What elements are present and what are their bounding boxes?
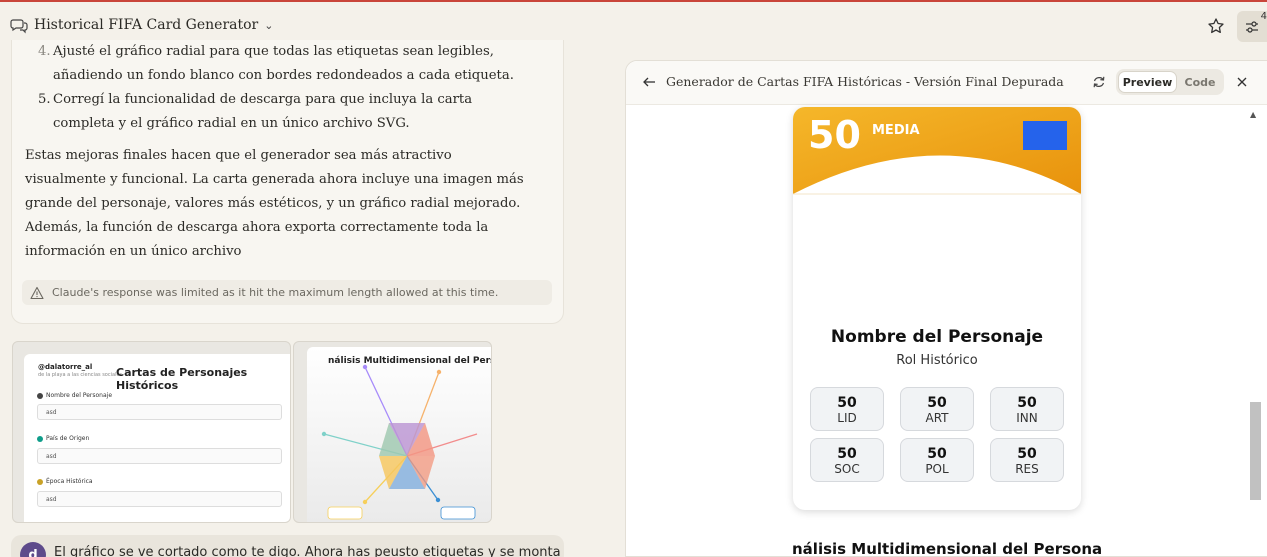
limit-notice-text: Claude's response was limited as it hit … [52, 286, 499, 299]
thumbnail-subtitle: de la playa a las ciencias sociales [38, 372, 123, 378]
form-input: asd [37, 404, 282, 420]
star-icon [1208, 18, 1224, 34]
form-input: asd [37, 491, 282, 507]
stat-value: 50 [1017, 446, 1037, 462]
limit-notice: Claude's response was limited as it hit … [22, 280, 552, 305]
stat-label: ART [925, 411, 949, 425]
attachment-thumbnail-radial[interactable]: nálisis Multidimensional del Persona [293, 341, 492, 523]
scroll-up-arrow-icon[interactable]: ▲ [1250, 110, 1256, 119]
refresh-icon [1093, 76, 1105, 88]
character-role: Rol Histórico [896, 353, 978, 368]
stat-box: 50 ART [900, 387, 974, 431]
assistant-message-text: 4. Ajusté el gráfico radial para que tod… [25, 40, 535, 264]
warning-icon [30, 286, 44, 299]
form-label: País de Origen [46, 435, 90, 442]
tab-code[interactable]: Code [1178, 71, 1222, 93]
scrollbar-thumb[interactable] [1250, 402, 1261, 500]
chat-title-dropdown[interactable]: Historical FIFA Card Generator ⌄ [10, 16, 273, 34]
sliders-icon [1246, 20, 1258, 33]
form-label: Época Histórica [46, 478, 93, 485]
stat-label: INN [1016, 411, 1038, 425]
thumbnail-heading: Cartas de Personajes Históricos [116, 366, 248, 392]
form-label: Nombre del Personaje [46, 392, 113, 399]
stat-box: 50 POL [900, 438, 974, 482]
stat-value: 50 [1017, 395, 1037, 411]
arrow-left-icon [643, 77, 655, 87]
close-button[interactable] [1233, 73, 1251, 91]
view-toggle: Preview Code [1116, 69, 1224, 95]
form-input: asd [37, 448, 282, 464]
radial-chart-title: nálisis Multidimensional del Persona [792, 540, 1103, 557]
star-button[interactable] [1204, 14, 1228, 38]
artifact-settings-button[interactable]: 4 [1237, 11, 1267, 42]
stat-box: 50 LID [810, 387, 884, 431]
person-icon [37, 393, 43, 399]
thumbnail-preview: @dalatorre_al de la playa a las ciencias… [24, 354, 290, 522]
list-item: 4. Ajusté el gráfico radial para que tod… [38, 44, 514, 83]
artifact-title: Generador de Cartas FIFA Históricas - Ve… [666, 74, 1064, 89]
stat-label: SOC [834, 462, 860, 476]
attachment-thumbnail-form[interactable]: @dalatorre_al de la playa a las ciencias… [12, 341, 291, 523]
chat-title: Historical FIFA Card Generator [34, 17, 259, 33]
back-button[interactable] [640, 73, 658, 91]
chevron-down-icon: ⌄ [264, 18, 274, 32]
thumbnail-handle: @dalatorre_al [38, 363, 93, 371]
stat-label: POL [925, 462, 949, 476]
hourglass-icon [37, 479, 43, 485]
refresh-button[interactable] [1090, 73, 1108, 91]
user-message-text: El gráfico se ve cortado como te digo. A… [54, 545, 561, 557]
stat-box: 50 INN [990, 387, 1064, 431]
stat-value: 50 [927, 395, 947, 411]
message-paragraph: Estas mejoras finales hacen que el gener… [25, 148, 524, 259]
thumbnail-preview: nálisis Multidimensional del Persona [307, 347, 491, 522]
chat-bubbles-icon [10, 19, 28, 34]
list-item: 5. Corregí la funcionalidad de descarga … [38, 92, 473, 131]
stat-label: LID [837, 411, 857, 425]
tab-preview[interactable]: Preview [1118, 71, 1177, 93]
stat-box: 50 SOC [810, 438, 884, 482]
rating-label: MEDIA [872, 123, 920, 138]
overall-rating: 50 [808, 113, 861, 157]
stat-value: 50 [927, 446, 947, 462]
stat-box: 50 RES [990, 438, 1064, 482]
fifa-card: 50 MEDIA Nombre del Personaje Rol Histór… [793, 107, 1081, 510]
character-name: Nombre del Personaje [830, 327, 1044, 347]
close-icon [1237, 77, 1247, 87]
globe-icon [37, 436, 43, 442]
stat-value: 50 [837, 446, 857, 462]
artifact-header: Generador de Cartas FIFA Históricas - Ve… [626, 61, 1267, 105]
radial-chart-thumbnail [321, 364, 478, 520]
stat-value: 50 [837, 395, 857, 411]
country-flag [1023, 121, 1067, 150]
stat-label: RES [1015, 462, 1039, 476]
count-badge: 4 [1260, 11, 1267, 22]
